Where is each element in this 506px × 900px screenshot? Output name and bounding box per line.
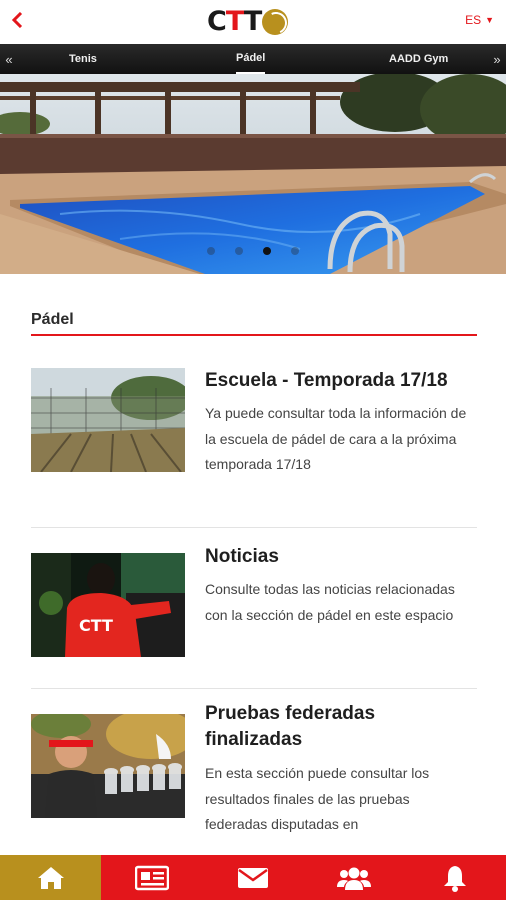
app-header: CTT ES ▼ — [0, 0, 506, 44]
section-title: Pádel — [31, 311, 74, 328]
newspaper-icon — [134, 865, 169, 890]
tab-tenis[interactable]: Tenis — [69, 44, 97, 74]
tabs-scroll-right-button[interactable]: » — [488, 44, 506, 74]
article-title[interactable]: Pruebas federadas finalizadas — [205, 701, 477, 753]
article-description: En esta sección puede consultar los resu… — [205, 765, 430, 832]
carousel-dot[interactable] — [235, 247, 243, 255]
carousel-dot[interactable] — [207, 247, 215, 255]
logo-text: CTT — [207, 6, 262, 37]
article-list: Escuela - Temporada 17/18 Ya puede consu… — [31, 352, 477, 889]
home-icon — [37, 866, 64, 889]
users-icon — [337, 867, 372, 890]
section-divider — [31, 334, 477, 336]
tab-aadd-gym[interactable]: AADD Gym — [389, 44, 448, 74]
hero-carousel[interactable] — [0, 74, 506, 274]
article-description: Ya puede consultar toda la información d… — [205, 405, 467, 472]
article-thumbnail — [31, 714, 185, 818]
list-item[interactable]: CTT Noticias Consulte todas las noticias… — [31, 528, 477, 689]
nav-notifications-button[interactable] — [405, 855, 506, 900]
back-button[interactable] — [4, 6, 32, 34]
list-item[interactable]: Escuela - Temporada 17/18 Ya puede consu… — [31, 352, 477, 528]
tennis-ball-icon — [262, 9, 289, 35]
nav-news-button[interactable] — [101, 855, 202, 900]
caret-down-icon: ▼ — [485, 15, 494, 25]
nav-members-button[interactable] — [304, 855, 405, 900]
nav-home-button[interactable] — [0, 855, 102, 900]
language-label: ES — [465, 13, 482, 27]
article-title[interactable]: Noticias — [205, 544, 477, 570]
mail-icon — [238, 867, 268, 888]
carousel-dots — [0, 247, 506, 255]
ctt-logo: CTT — [207, 6, 289, 37]
svg-text:CTT: CTT — [79, 616, 113, 635]
section-tabbar: « Tenis Pádel AADD Gym » — [0, 44, 506, 74]
language-selector[interactable]: ES ▼ — [465, 13, 494, 27]
carousel-dot[interactable] — [291, 247, 299, 255]
tabs-scroll-left-button[interactable]: « — [0, 44, 18, 74]
pool-photo — [0, 74, 506, 274]
article-description: Consulte todas las noticias relacionadas… — [205, 581, 455, 623]
bottom-navigation — [0, 855, 506, 900]
carousel-dot-active[interactable] — [263, 247, 271, 255]
article-thumbnail — [31, 368, 185, 472]
article-thumbnail: CTT — [31, 553, 185, 657]
chevron-left-icon — [11, 12, 23, 28]
article-title[interactable]: Escuela - Temporada 17/18 — [205, 368, 477, 394]
app-screen: CTT ES ▼ « Tenis Pádel AADD Gym » Pádel … — [0, 0, 506, 900]
tab-padel[interactable]: Pádel — [236, 44, 266, 74]
bell-icon — [444, 865, 467, 892]
nav-mail-button[interactable] — [202, 855, 303, 900]
